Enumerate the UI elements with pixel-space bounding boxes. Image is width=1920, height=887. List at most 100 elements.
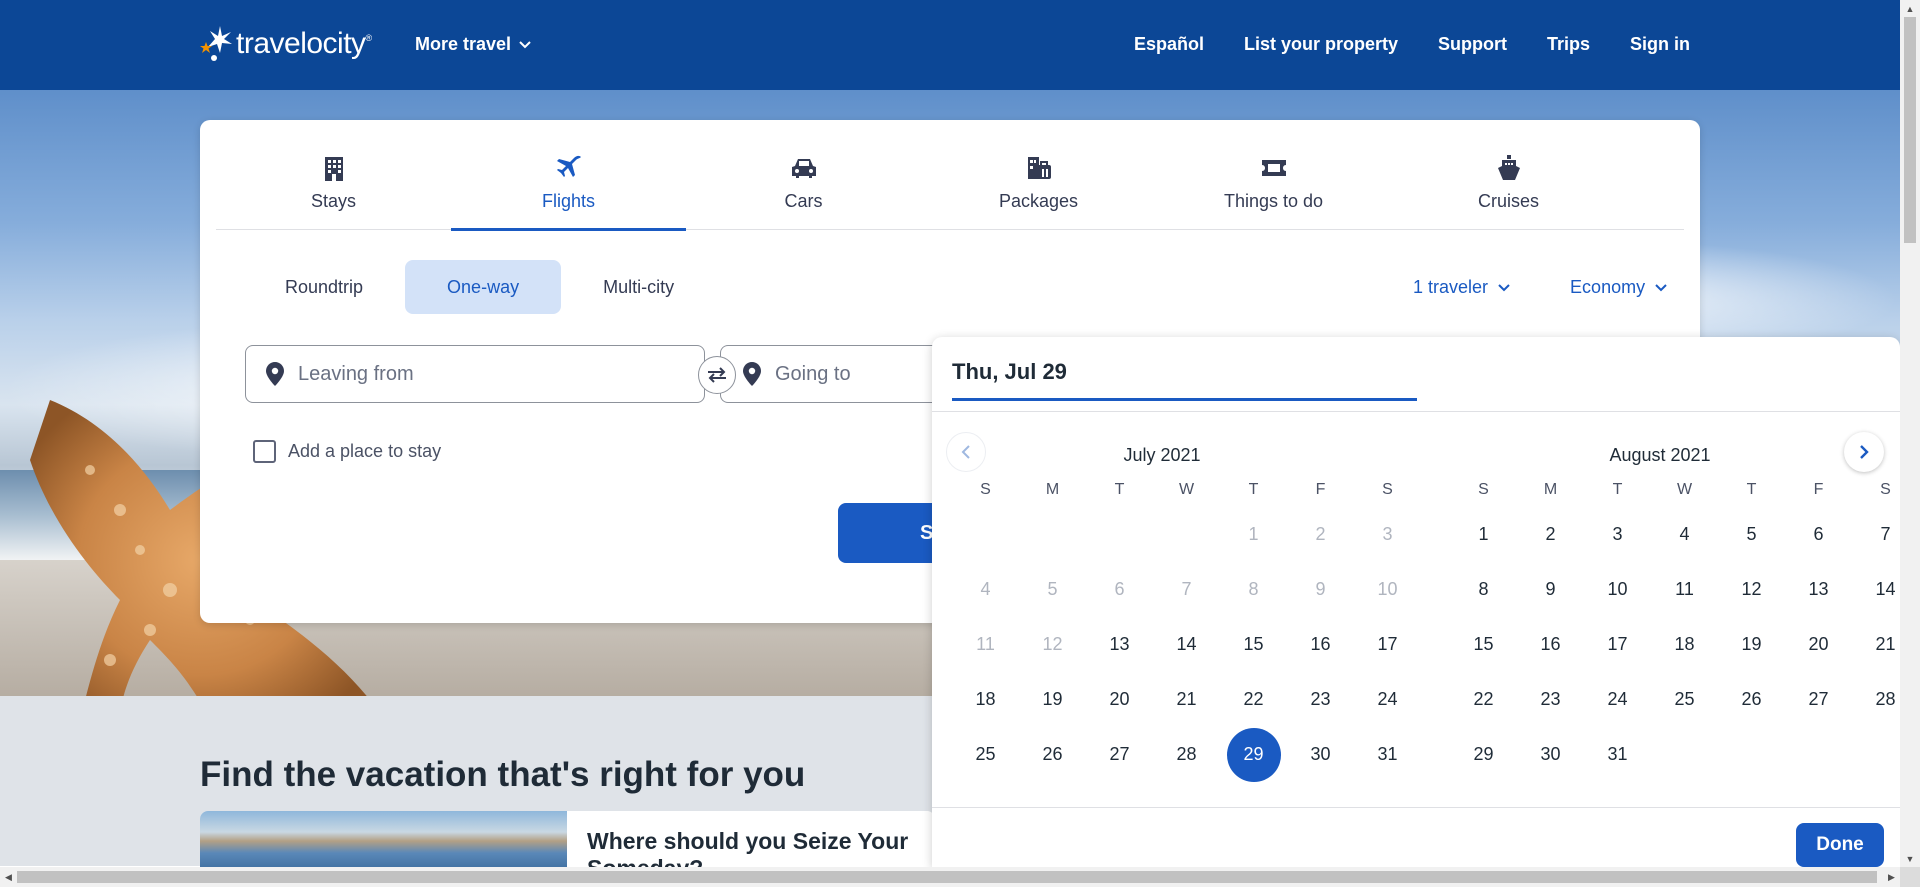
- calendar-day[interactable]: 26: [1718, 672, 1785, 727]
- scroll-thumb[interactable]: [17, 871, 1877, 883]
- scroll-left-arrow-icon[interactable]: ◀: [0, 867, 17, 887]
- add-place-label: Add a place to stay: [288, 441, 442, 461]
- calendar-day[interactable]: 17: [1584, 617, 1651, 672]
- ship-icon: [1494, 153, 1524, 183]
- calendar-day[interactable]: 23: [1287, 672, 1354, 727]
- calendar-day[interactable]: 30: [1517, 727, 1584, 782]
- day-grid: 1 2 3 4 5 6 7 8 9 10 11 12 13 14 15 16 17 18 19 20 21 22 23 24 2…: [952, 507, 1398, 782]
- more-travel-menu[interactable]: More travel: [415, 34, 531, 55]
- calendar-day[interactable]: 14: [1153, 617, 1220, 672]
- cabin-class-dropdown[interactable]: Economy: [1570, 277, 1667, 298]
- calendar-day[interactable]: 24: [1354, 672, 1421, 727]
- weekday-label: T: [1612, 481, 1623, 498]
- calendar-day[interactable]: 8: [1450, 562, 1517, 617]
- calendar-day[interactable]: 26: [1019, 727, 1086, 782]
- calendar-day[interactable]: 20: [1086, 672, 1153, 727]
- travelers-label: 1 traveler: [1413, 277, 1489, 297]
- calendar-day[interactable]: 9: [1517, 562, 1584, 617]
- calendar-day[interactable]: 23: [1517, 672, 1584, 727]
- nav-espanol[interactable]: Español: [1134, 34, 1204, 55]
- month-title: July 2021: [1123, 445, 1201, 465]
- calendar-day[interactable]: 12: [1718, 562, 1785, 617]
- calendar-day[interactable]: 15: [1220, 617, 1287, 672]
- trip-roundtrip[interactable]: Roundtrip: [245, 260, 405, 314]
- travelocity-logo[interactable]: travelocity ®: [198, 22, 372, 66]
- location-pin-icon: [266, 362, 284, 386]
- scroll-right-arrow-icon[interactable]: ▶: [1883, 867, 1900, 887]
- calendar-day[interactable]: 13: [1785, 562, 1852, 617]
- swap-locations-button[interactable]: [698, 356, 736, 394]
- weekday-label: F: [1813, 481, 1824, 498]
- calendar-day[interactable]: 3: [1584, 507, 1651, 562]
- calendar-day: 10: [1377, 579, 1398, 599]
- add-place-checkbox[interactable]: [253, 440, 276, 463]
- horizontal-scrollbar[interactable]: ◀ ▶: [0, 867, 1900, 887]
- selected-date-display[interactable]: Thu, Jul 29: [952, 359, 1417, 401]
- tab-label: Cruises: [1477, 191, 1539, 211]
- calendar-day[interactable]: 25: [1651, 672, 1718, 727]
- calendar-day[interactable]: 20: [1785, 617, 1852, 672]
- scroll-thumb[interactable]: [1904, 17, 1916, 243]
- calendar-day-selected[interactable]: 29: [1220, 727, 1287, 782]
- add-place-to-stay[interactable]: Add a place to stay: [253, 440, 441, 463]
- calendar-day[interactable]: 18: [1651, 617, 1718, 672]
- travelers-dropdown[interactable]: 1 traveler: [1413, 277, 1510, 298]
- calendar-day[interactable]: 31: [1354, 727, 1421, 782]
- scroll-up-arrow-icon[interactable]: ▲: [1900, 0, 1920, 17]
- weekday-headers: SMTWTFS: [1450, 481, 1891, 499]
- tab-stays[interactable]: Stays: [216, 120, 451, 230]
- calendar-day[interactable]: 15: [1450, 617, 1517, 672]
- calendar-day[interactable]: 17: [1354, 617, 1421, 672]
- promo-card[interactable]: Where should you Seize Your Someday?: [200, 811, 935, 871]
- tab-cruises[interactable]: Cruises: [1391, 120, 1626, 230]
- calendar-day: 3: [1382, 524, 1393, 544]
- calendar-day[interactable]: 24: [1584, 672, 1651, 727]
- tab-flights[interactable]: Flights: [451, 120, 686, 231]
- tab-label: Flights: [541, 191, 595, 211]
- calendar-day[interactable]: 27: [1785, 672, 1852, 727]
- calendar-day[interactable]: 16: [1287, 617, 1354, 672]
- tab-cars[interactable]: Cars: [686, 120, 921, 230]
- ticket-icon: [1259, 153, 1289, 183]
- calendar-day[interactable]: 19: [1019, 672, 1086, 727]
- calendar-day[interactable]: 1: [1450, 507, 1517, 562]
- tab-label: Things to do: [1223, 191, 1324, 211]
- calendar-day[interactable]: 22: [1450, 672, 1517, 727]
- nav-list-property[interactable]: List your property: [1244, 34, 1398, 55]
- calendar-day[interactable]: 22: [1220, 672, 1287, 727]
- calendar-day: 6: [1114, 579, 1125, 599]
- weekday-label: T: [1114, 481, 1125, 498]
- calendar-day[interactable]: 10: [1584, 562, 1651, 617]
- done-button[interactable]: Done: [1796, 823, 1884, 867]
- nav-support[interactable]: Support: [1438, 34, 1507, 55]
- tab-things-to-do[interactable]: Things to do: [1156, 120, 1391, 230]
- calendar-day[interactable]: 6: [1785, 507, 1852, 562]
- calendar-day[interactable]: 11: [1651, 562, 1718, 617]
- calendar-day[interactable]: 4: [1651, 507, 1718, 562]
- calendar-day[interactable]: 2: [1517, 507, 1584, 562]
- leaving-from-field[interactable]: Leaving from: [245, 345, 705, 403]
- tab-label: Packages: [998, 191, 1079, 211]
- calendar-day[interactable]: 31: [1584, 727, 1651, 782]
- calendar-day[interactable]: 16: [1517, 617, 1584, 672]
- tab-packages[interactable]: Packages: [921, 120, 1156, 230]
- calendar-day[interactable]: 27: [1086, 727, 1153, 782]
- calendar-day[interactable]: 5: [1718, 507, 1785, 562]
- trip-multi-city[interactable]: Multi-city: [561, 260, 716, 314]
- cabin-class-label: Economy: [1570, 277, 1646, 297]
- calendar-day[interactable]: 18: [952, 672, 1019, 727]
- nav-trips[interactable]: Trips: [1547, 34, 1590, 55]
- calendar-day[interactable]: 19: [1718, 617, 1785, 672]
- calendar-day[interactable]: 21: [1153, 672, 1220, 727]
- scroll-down-arrow-icon[interactable]: ▼: [1900, 850, 1920, 867]
- vertical-scrollbar[interactable]: ▲ ▼: [1900, 0, 1920, 887]
- trip-one-way[interactable]: One-way: [405, 260, 562, 314]
- calendar-day[interactable]: 29: [1450, 727, 1517, 782]
- date-picker: Thu, Jul 29 July 2021 SMTWTFS 1234567891…: [932, 337, 1900, 867]
- calendar-day[interactable]: 25: [952, 727, 1019, 782]
- nav-sign-in[interactable]: Sign in: [1630, 34, 1690, 55]
- calendar-day[interactable]: 28: [1153, 727, 1220, 782]
- calendar-day[interactable]: 30: [1287, 727, 1354, 782]
- calendar-day[interactable]: 13: [1086, 617, 1153, 672]
- calendar-day: 5: [1047, 579, 1058, 599]
